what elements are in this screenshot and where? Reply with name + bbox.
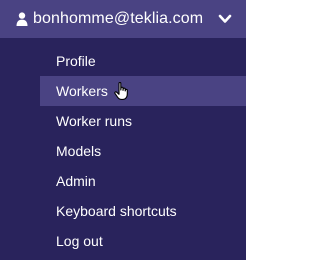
- menu-item-label: Log out: [56, 233, 103, 249]
- menu-item-label: Worker runs: [56, 113, 132, 129]
- user-email: bonhomme@teklia.com: [33, 10, 204, 27]
- user-menu-toggle[interactable]: bonhomme@teklia.com: [0, 0, 246, 38]
- menu-item-keyboard-shortcuts[interactable]: Keyboard shortcuts: [40, 196, 246, 226]
- hand-cursor-icon: [114, 81, 128, 100]
- menu-item-label: Keyboard shortcuts: [56, 203, 177, 219]
- dropdown-menu: Profile Workers Worker runs Models Admin…: [0, 38, 246, 260]
- menu-item-log-out[interactable]: Log out: [40, 226, 246, 256]
- menu-item-label: Admin: [56, 173, 96, 189]
- menu-item-models[interactable]: Models: [40, 136, 246, 166]
- menu-item-profile[interactable]: Profile: [40, 46, 246, 76]
- menu-item-label: Workers: [56, 83, 108, 99]
- menu-item-workers[interactable]: Workers: [40, 76, 246, 106]
- menu-item-label: Profile: [56, 53, 96, 69]
- menu-item-admin[interactable]: Admin: [40, 166, 246, 196]
- user-icon: [16, 12, 28, 26]
- menu-item-label: Models: [56, 143, 102, 159]
- chevron-down-icon: [218, 14, 232, 23]
- menu-item-worker-runs[interactable]: Worker runs: [40, 106, 246, 136]
- user-menu: bonhomme@teklia.com Profile Workers Work…: [0, 0, 246, 260]
